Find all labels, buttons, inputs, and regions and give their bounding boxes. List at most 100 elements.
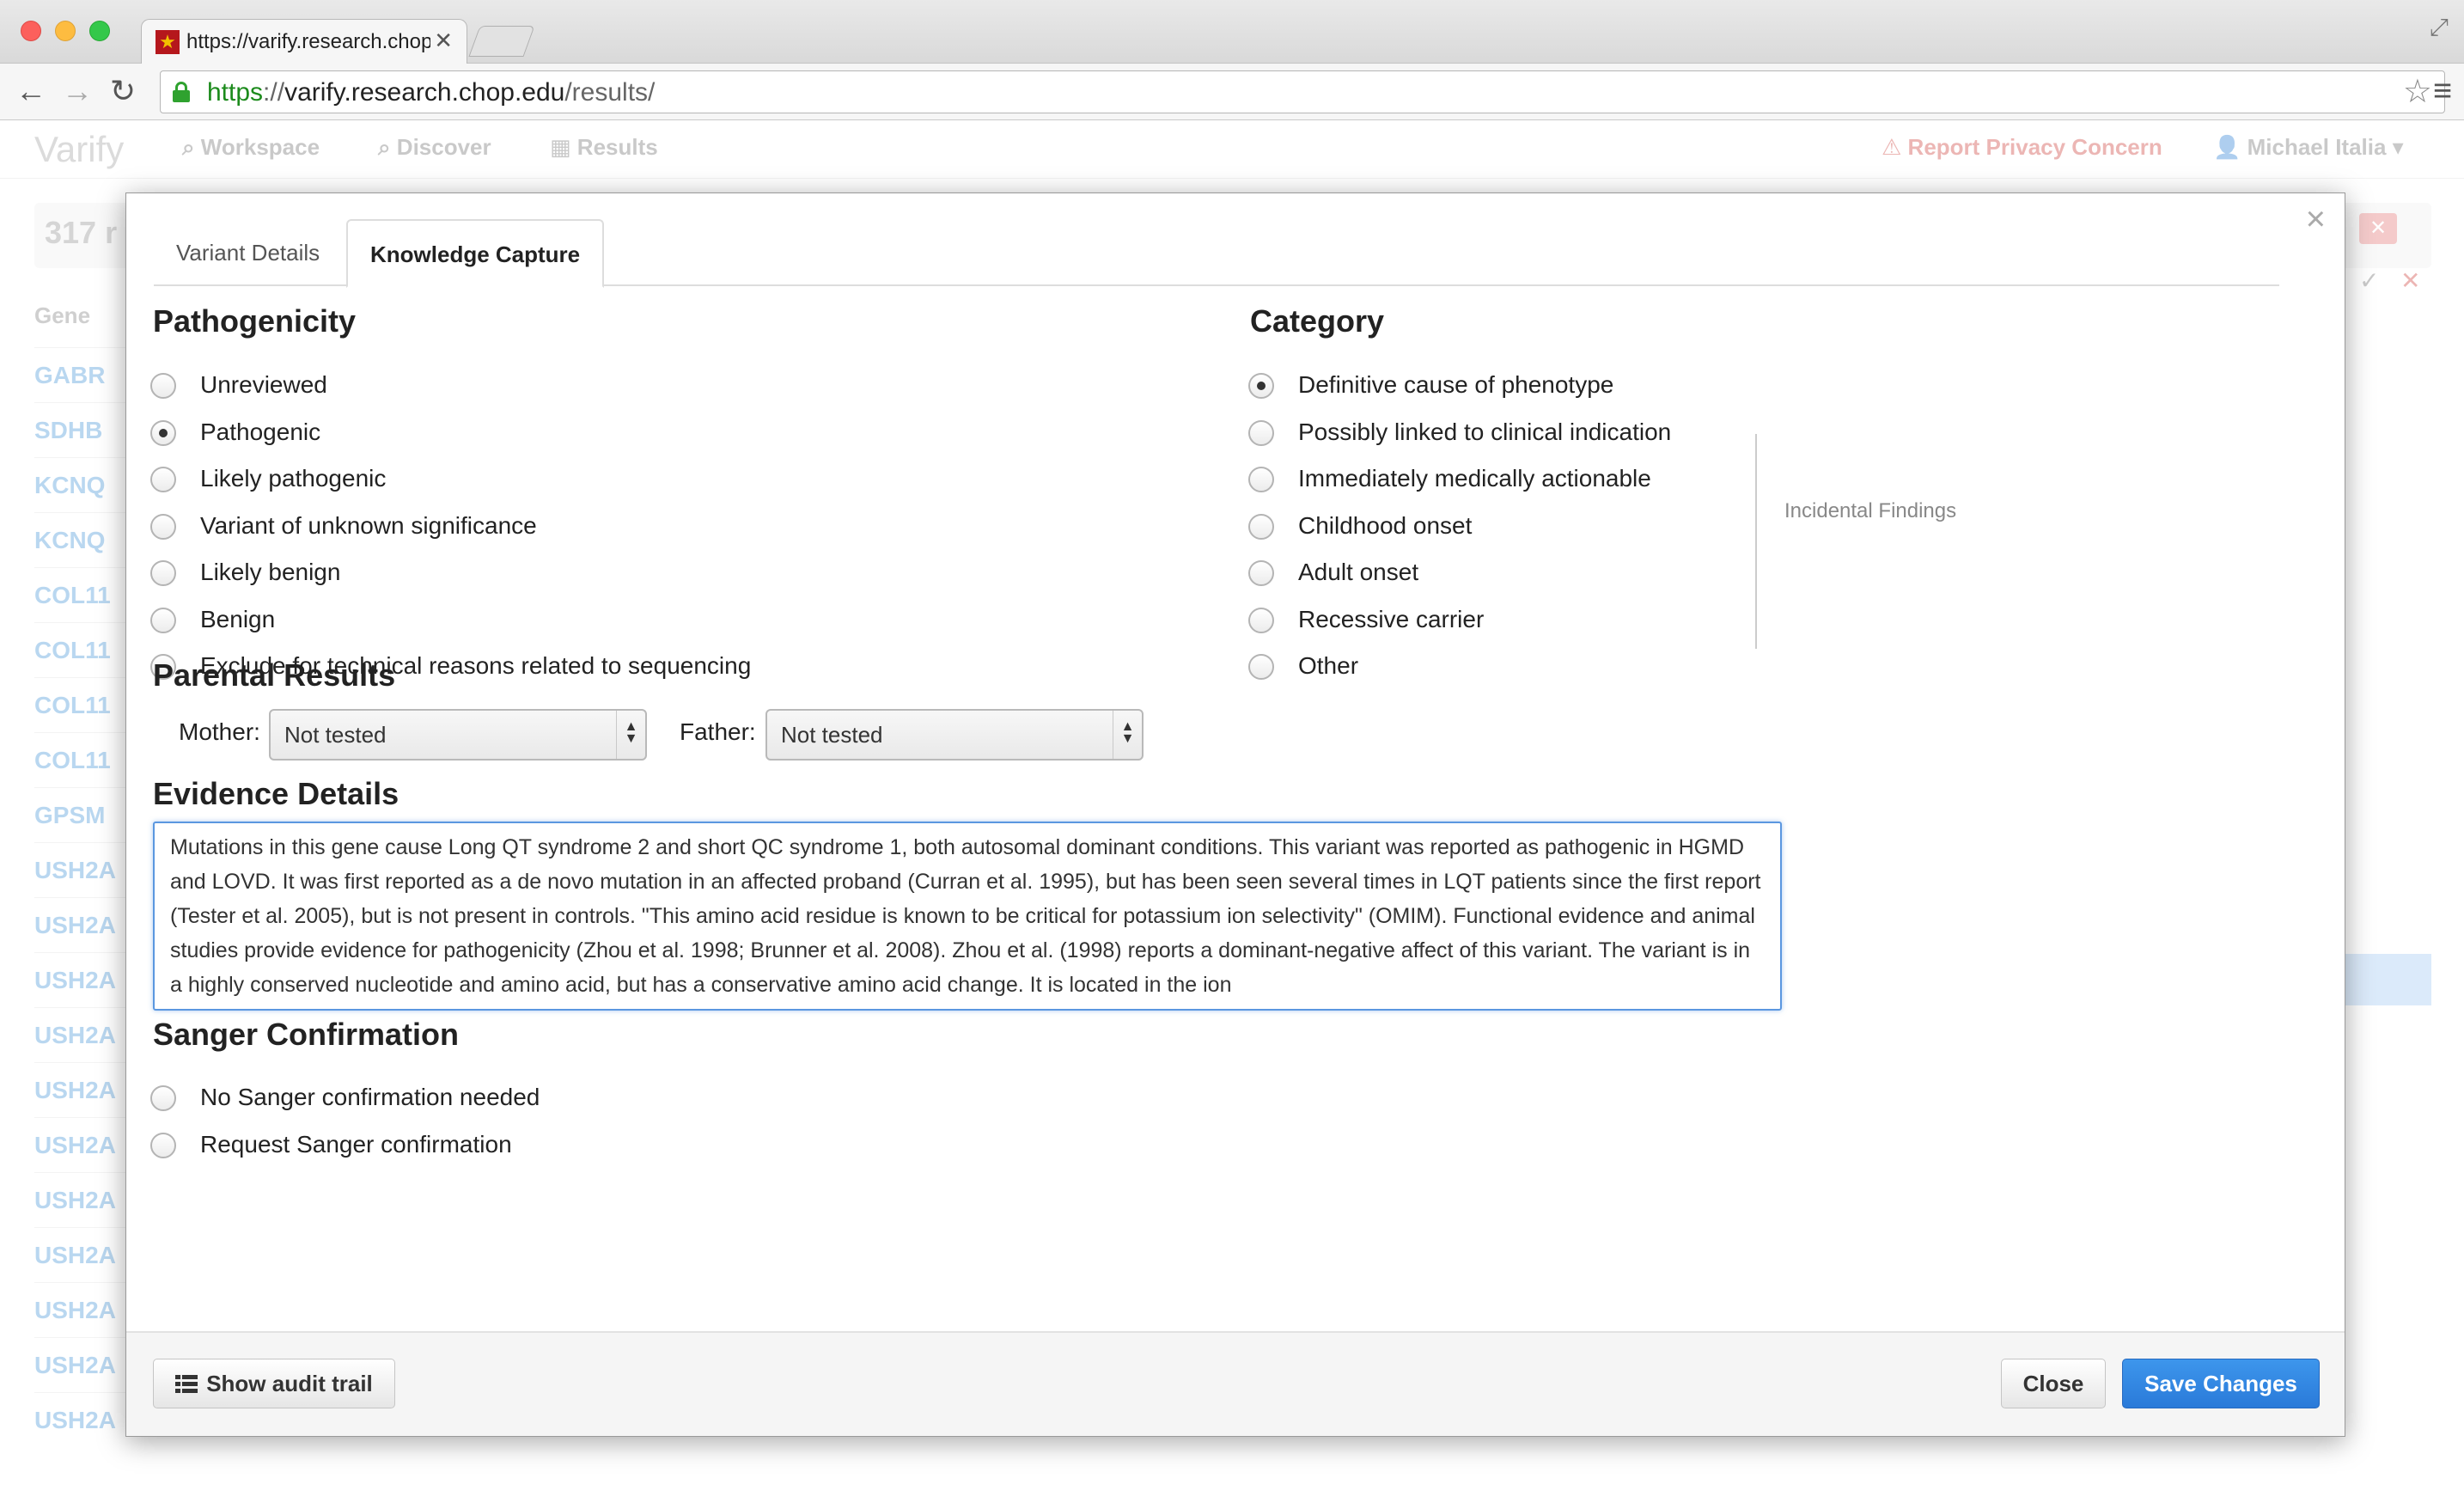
pathogenicity-radio[interactable]: [150, 560, 176, 586]
gene-cell[interactable]: USH2A: [34, 1172, 129, 1227]
gene-column: Gene GABR SDHB KCNQ KCNQ COL11 COL11 COL11 COL1…: [34, 302, 129, 1447]
mother-select-value: Not tested: [284, 722, 387, 748]
pathogenicity-label: Variant of unknown significance: [200, 511, 537, 539]
father-select[interactable]: Not tested ▲ ▼: [765, 709, 1144, 761]
pathogenicity-radio[interactable]: [150, 419, 176, 446]
sanger-radio[interactable]: [150, 1132, 176, 1158]
remove-icon[interactable]: ✕: [2400, 266, 2420, 295]
forward-icon[interactable]: →: [62, 72, 93, 110]
favicon-icon: ★: [156, 30, 180, 54]
tab-variant-details[interactable]: Variant Details: [154, 219, 342, 288]
pathogenicity-radio[interactable]: [150, 467, 176, 492]
category-radio[interactable]: [1248, 467, 1274, 492]
gene-cell[interactable]: USH2A: [34, 1392, 129, 1447]
pathogenicity-radio[interactable]: [150, 513, 176, 540]
reload-icon[interactable]: ↻: [110, 72, 136, 110]
parental-results-title: Parental Results: [153, 657, 396, 693]
browser-toolbar: ← → ↻ https://varify.research.chop.edu/r…: [0, 64, 2464, 120]
modal-close-icon[interactable]: ×: [2306, 202, 2326, 236]
evidence-details-textarea[interactable]: Mutations in this gene cause Long QT syn…: [153, 822, 1782, 1011]
window-close-button[interactable]: [21, 21, 41, 41]
pathogenicity-radio[interactable]: [150, 373, 176, 399]
gene-cell[interactable]: SDHB: [34, 402, 129, 457]
category-radio[interactable]: [1248, 513, 1274, 540]
address-bar[interactable]: https://varify.research.chop.edu/results…: [160, 70, 2445, 113]
father-label: Father:: [680, 718, 756, 745]
modal-tabs: Variant Details Knowledge Capture: [154, 219, 2279, 288]
gene-cell[interactable]: COL11: [34, 732, 129, 787]
close-button[interactable]: Close: [2001, 1359, 2106, 1408]
app-navbar: Varify ⌕ Workspace ⌕ Discover ▦ Results …: [0, 120, 2464, 179]
gene-cell[interactable]: USH2A: [34, 952, 129, 1007]
nav-workspace[interactable]: ⌕ Workspace: [182, 134, 320, 162]
browser-tab[interactable]: ★ https://varify.research.chop.edu/resul…: [141, 19, 467, 64]
browser-menu-icon[interactable]: ≡: [2433, 72, 2452, 110]
gene-cell[interactable]: KCNQ: [34, 457, 129, 512]
category-label: Definitive cause of phenotype: [1298, 371, 1614, 398]
mother-label: Mother:: [179, 718, 260, 745]
mother-select[interactable]: Not tested ▲ ▼: [269, 709, 647, 761]
gene-cell[interactable]: USH2A: [34, 1282, 129, 1337]
gene-cell[interactable]: COL11: [34, 677, 129, 732]
selected-row-highlight: [2345, 954, 2431, 1005]
gene-cell[interactable]: USH2A: [34, 1117, 129, 1172]
list-icon: [175, 1375, 198, 1394]
knowledge-capture-modal: × Variant Details Knowledge Capture Path…: [125, 192, 2345, 1437]
gene-cell[interactable]: COL11: [34, 567, 129, 622]
gene-cell[interactable]: USH2A: [34, 897, 129, 952]
clear-icon[interactable]: ✕: [2359, 213, 2397, 244]
nav-discover[interactable]: ⌕ Discover: [378, 134, 491, 162]
gene-cell[interactable]: USH2A: [34, 1007, 129, 1062]
tab-title: https://varify.research.chop.edu/results…: [186, 30, 430, 53]
new-tab-button[interactable]: [468, 26, 535, 57]
sanger-radio[interactable]: [150, 1085, 176, 1111]
tab-knowledge-capture[interactable]: Knowledge Capture: [346, 219, 605, 288]
category-radio[interactable]: [1248, 419, 1274, 446]
gene-cell[interactable]: KCNQ: [34, 512, 129, 567]
save-changes-button[interactable]: Save Changes: [2122, 1359, 2320, 1408]
user-menu[interactable]: 👤 Michael Italia ▾: [2213, 134, 2404, 161]
pathogenicity-label: Benign: [200, 605, 276, 632]
tab-close-icon[interactable]: ✕: [434, 27, 453, 54]
category-radio[interactable]: [1248, 373, 1274, 399]
lock-icon: [173, 82, 190, 102]
category-label: Immediately medically actionable: [1298, 465, 1651, 492]
pathogenicity-label: Likely benign: [200, 559, 341, 585]
evidence-details-title: Evidence Details: [153, 776, 399, 811]
check-icon[interactable]: ✓: [2359, 266, 2379, 295]
category-label: Possibly linked to clinical indication: [1298, 418, 1672, 445]
results-count: 317 r: [45, 215, 118, 250]
url-text: https://varify.research.chop.edu/results…: [207, 78, 656, 107]
select-arrows-icon: ▲ ▼: [1113, 711, 1142, 759]
report-privacy-link[interactable]: ⚠ Report Privacy Concern: [1882, 134, 2162, 161]
category-title: Category: [1250, 303, 1385, 339]
back-icon[interactable]: ←: [15, 72, 46, 110]
window-minimize-button[interactable]: [55, 21, 76, 41]
modal-footer: Show audit trail Close Save Changes: [126, 1331, 2345, 1436]
brand-logo[interactable]: Varify: [34, 129, 124, 170]
show-audit-trail-button[interactable]: Show audit trail: [153, 1359, 395, 1408]
category-radio[interactable]: [1248, 560, 1274, 586]
gene-cell[interactable]: USH2A: [34, 1062, 129, 1117]
nav-results[interactable]: ▦ Results: [550, 134, 658, 161]
category-divider: [1755, 434, 1757, 649]
sanger-confirmation-title: Sanger Confirmation: [153, 1017, 460, 1052]
gene-cell[interactable]: USH2A: [34, 1337, 129, 1392]
window-zoom-button[interactable]: [89, 21, 110, 41]
category-radio[interactable]: [1248, 654, 1274, 680]
fullscreen-icon[interactable]: ⤢: [2430, 14, 2449, 42]
gene-cell[interactable]: COL11: [34, 622, 129, 677]
gene-cell[interactable]: USH2A: [34, 842, 129, 897]
pathogenicity-label: Unreviewed: [200, 371, 327, 398]
gene-cell[interactable]: USH2A: [34, 1227, 129, 1282]
father-select-value: Not tested: [781, 722, 883, 748]
bookmark-star-icon[interactable]: ☆: [2403, 73, 2432, 111]
gene-cell[interactable]: GABR: [34, 347, 129, 402]
incidental-findings-label: Incidental Findings: [1784, 499, 1957, 522]
sanger-label: No Sanger confirmation needed: [200, 1084, 540, 1110]
category-radio[interactable]: [1248, 607, 1274, 633]
gene-cell[interactable]: GPSM: [34, 787, 129, 842]
gene-column-header[interactable]: Gene: [34, 302, 129, 347]
pathogenicity-title: Pathogenicity: [153, 303, 357, 339]
pathogenicity-radio[interactable]: [150, 607, 176, 633]
